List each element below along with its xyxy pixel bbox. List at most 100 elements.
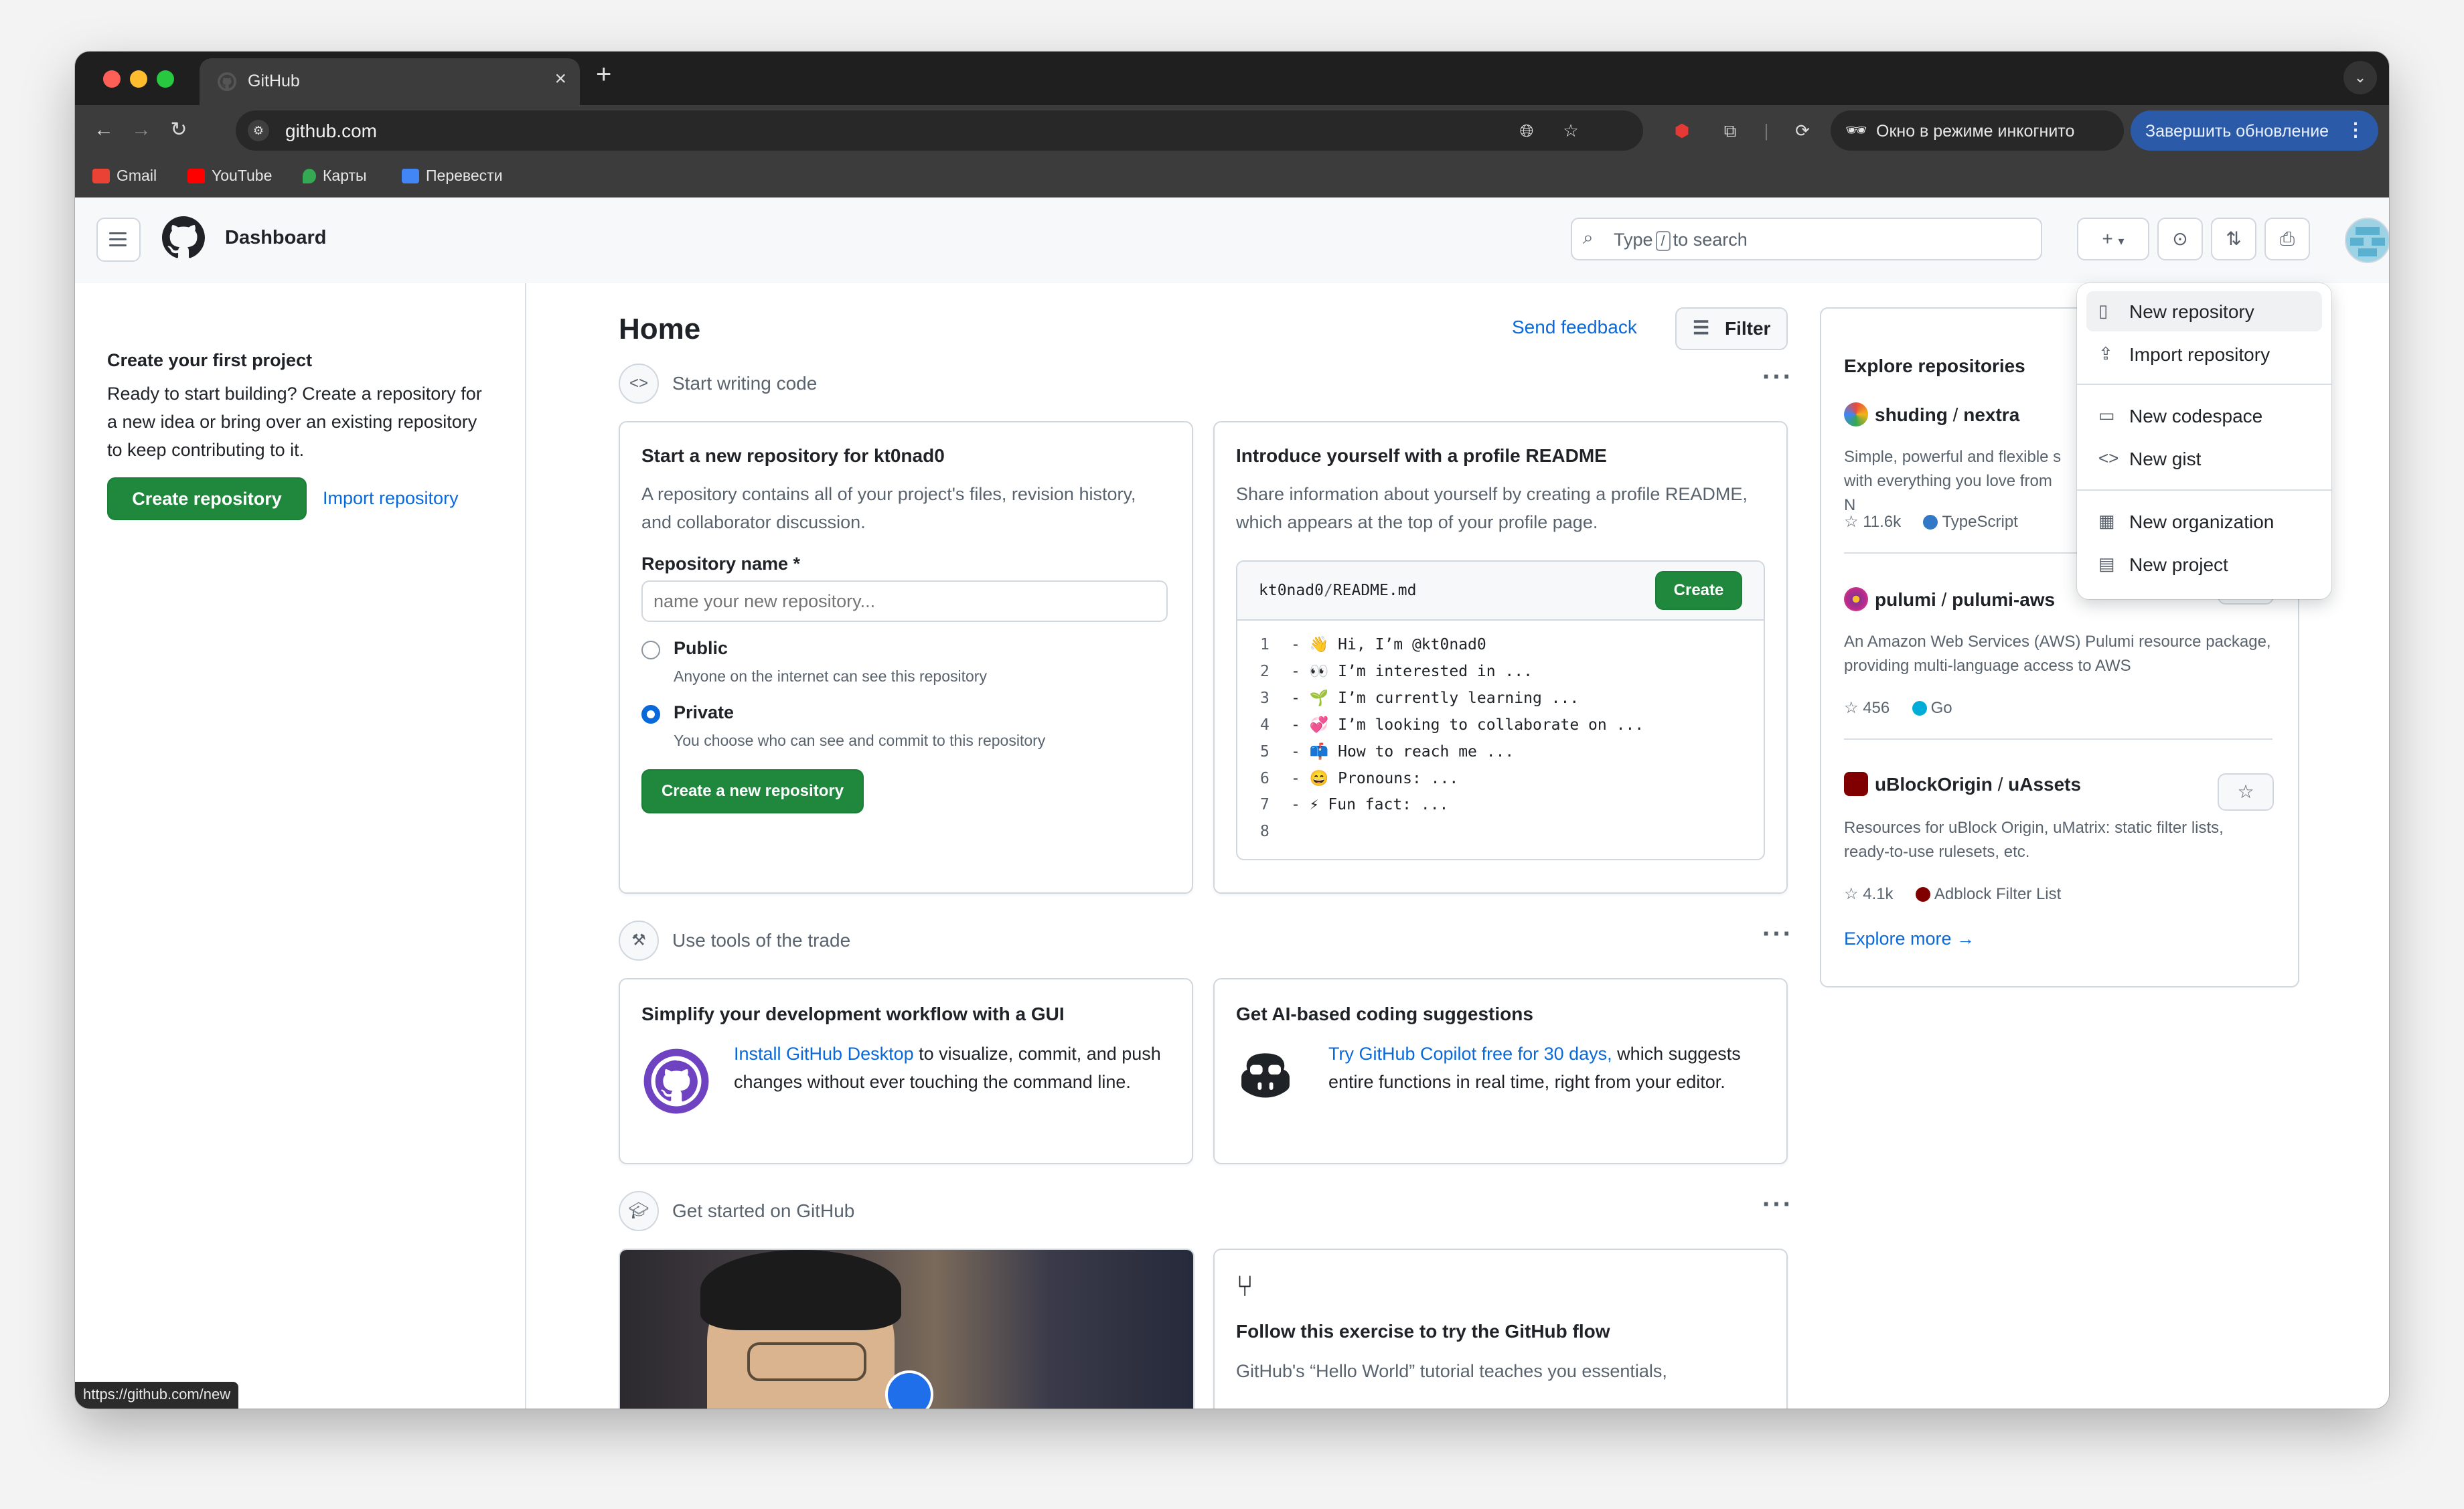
explore-more-link[interactable]: Explore more → bbox=[1844, 929, 1975, 949]
page-title: Home bbox=[619, 313, 701, 345]
search-input[interactable]: ⌕ Type / to search bbox=[1571, 218, 2042, 260]
sidebar-heading: Create your first project bbox=[107, 350, 313, 370]
create-new-repository-button[interactable]: Create a new repository bbox=[641, 769, 864, 813]
code-line: 5- 📫 How to reach me ... bbox=[1260, 743, 1515, 761]
code-line: 7- ⚡ Fun fact: ... bbox=[1260, 796, 1449, 813]
organization-icon: ▦ bbox=[2098, 511, 2115, 531]
send-feedback-link[interactable]: Send feedback bbox=[1512, 317, 1637, 338]
extensions-puzzle-icon[interactable]: ⧉ bbox=[1717, 117, 1744, 144]
new-repository-card: Start a new repository for kt0nad0 A rep… bbox=[619, 421, 1193, 894]
create-readme-button[interactable]: Create bbox=[1655, 571, 1742, 610]
divider bbox=[2077, 384, 2331, 385]
menu-item-label: New codespace bbox=[2129, 406, 2263, 426]
section-options-kebab-icon[interactable]: ··· bbox=[1762, 919, 1793, 949]
readme-path: kt0nad0/README.md bbox=[1259, 582, 1417, 599]
profile-readme-card: Introduce yourself with a profile README… bbox=[1213, 421, 1788, 894]
menu-item-new-project[interactable]: ▤ New project bbox=[2086, 544, 2322, 584]
bookmark-star-icon[interactable]: ☆ bbox=[1559, 118, 1583, 143]
section-options-kebab-icon[interactable]: ··· bbox=[1762, 1190, 1793, 1220]
section-title: Start writing code bbox=[672, 373, 818, 394]
site-info-icon[interactable]: ⚙ bbox=[248, 120, 269, 141]
repo-owner-avatar bbox=[1844, 402, 1868, 426]
menu-item-new-gist[interactable]: <> New gist bbox=[2086, 439, 2322, 479]
try-copilot-link[interactable]: Try GitHub Copilot free for 30 days, bbox=[1328, 1044, 1612, 1064]
bookmark-maps[interactable]: Карты bbox=[303, 167, 367, 185]
repo-owner-avatar bbox=[1844, 587, 1868, 611]
repo-link[interactable]: pulumi / pulumi-aws bbox=[1844, 587, 2055, 611]
incognito-label: Окно в режиме инкогнито bbox=[1876, 122, 2075, 141]
address-bar[interactable]: ⚙ github.com 🌐︎ ☆ bbox=[236, 110, 1643, 151]
incognito-icon: 🕶︎ bbox=[1845, 120, 1868, 140]
tools-icon: ⚒ bbox=[619, 921, 659, 961]
finish-update-label: Завершить обновление bbox=[2145, 122, 2329, 141]
bookmark-label: Карты bbox=[323, 167, 367, 184]
section-title: Use tools of the trade bbox=[672, 930, 851, 951]
code-line: 8 bbox=[1260, 823, 1269, 840]
new-tab-button[interactable]: + bbox=[596, 60, 611, 90]
inbox-button[interactable]: ⎙ bbox=[2264, 218, 2310, 260]
repo-icon: ▯ bbox=[2098, 301, 2108, 321]
back-button[interactable]: ← bbox=[88, 114, 119, 145]
card-heading: Introduce yourself with a profile README bbox=[1236, 445, 1607, 466]
zoom-window-button[interactable] bbox=[157, 70, 174, 88]
menu-item-new-organization[interactable]: ▦ New organization bbox=[2086, 501, 2322, 542]
page-context-title[interactable]: Dashboard bbox=[225, 227, 326, 249]
import-repository-link[interactable]: Import repository bbox=[323, 488, 459, 509]
repo-meta: ☆ 456 Go bbox=[1844, 699, 1952, 717]
bookmark-label: Перевести bbox=[426, 167, 503, 184]
menu-item-label: New repository bbox=[2129, 301, 2254, 322]
github-flow-card: ⑂ Follow this exercise to try the GitHub… bbox=[1213, 1249, 1788, 1409]
incognito-indicator[interactable]: 🕶︎ Окно в режиме инкогнито bbox=[1831, 110, 2124, 151]
github-logo-icon[interactable] bbox=[162, 216, 205, 259]
divider bbox=[2077, 489, 2331, 491]
filter-button[interactable]: ☰ Filter bbox=[1675, 307, 1788, 350]
code-icon: <> bbox=[2098, 448, 2119, 468]
menu-item-label: New gist bbox=[2129, 449, 2202, 469]
private-radio[interactable] bbox=[641, 705, 660, 724]
tab-close-icon[interactable]: × bbox=[554, 68, 566, 90]
repo-link[interactable]: shuding / nextra bbox=[1844, 402, 2019, 426]
browser-toolbar: ← → ↻ ⚙ github.com 🌐︎ ☆ ⬢ ⧉ | ⟳ 🕶︎ Окно … bbox=[75, 105, 2389, 156]
browser-tab[interactable]: GitHub × bbox=[200, 58, 580, 105]
media-icon[interactable]: ⟳ bbox=[1789, 117, 1816, 144]
pull-requests-button[interactable]: ⇅ bbox=[2211, 218, 2256, 260]
close-window-button[interactable] bbox=[103, 70, 121, 88]
glasses-illustration bbox=[747, 1342, 866, 1381]
tab-search-button[interactable]: ⌄ bbox=[2343, 61, 2377, 94]
card-heading: Start a new repository for kt0nad0 bbox=[641, 445, 945, 466]
menu-hamburger-button[interactable] bbox=[96, 218, 141, 262]
finish-update-button[interactable]: Завершить обновление ⋮ bbox=[2131, 110, 2378, 151]
mortarboard-icon: 🎓︎ bbox=[619, 1191, 659, 1231]
language-dot bbox=[1923, 515, 1938, 530]
tab-title: GitHub bbox=[248, 72, 300, 90]
avatar[interactable] bbox=[2345, 218, 2389, 263]
menu-item-new-repository[interactable]: ▯ New repository bbox=[2086, 291, 2322, 331]
extension-red-icon[interactable]: ⬢ bbox=[1669, 117, 1695, 144]
menu-item-label: New organization bbox=[2129, 511, 2275, 532]
translate-icon[interactable]: 🌐︎ bbox=[1515, 118, 1539, 143]
repo-name-input[interactable] bbox=[641, 580, 1168, 622]
sidebar-text: Ready to start building? Create a reposi… bbox=[107, 384, 482, 460]
menu-item-import-repository[interactable]: ⇪ Import repository bbox=[2086, 334, 2322, 374]
minimize-window-button[interactable] bbox=[130, 70, 147, 88]
bookmark-gmail[interactable]: Gmail bbox=[92, 167, 157, 185]
bookmark-youtube[interactable]: YouTube bbox=[187, 167, 272, 185]
create-repository-button[interactable]: Create repository bbox=[107, 477, 307, 520]
copilot-icon bbox=[1241, 1053, 1290, 1098]
issues-button[interactable]: ⊙ bbox=[2157, 218, 2203, 260]
public-label: Public bbox=[674, 638, 728, 658]
video-thumbnail[interactable] bbox=[619, 1249, 1195, 1409]
play-icon[interactable] bbox=[885, 1370, 933, 1409]
bookmark-translate[interactable]: Перевести bbox=[402, 167, 503, 185]
section-options-kebab-icon[interactable]: ··· bbox=[1762, 362, 1793, 392]
install-desktop-link[interactable]: Install GitHub Desktop bbox=[734, 1044, 914, 1064]
repo-link[interactable]: uBlockOrigin / uAssets bbox=[1844, 772, 2081, 796]
filter-label: Filter bbox=[1725, 318, 1771, 339]
create-new-button[interactable]: + ▾ bbox=[2077, 218, 2149, 260]
forward-button[interactable]: → bbox=[126, 114, 157, 145]
card-text: GitHub's “Hello World” tutorial teaches … bbox=[1236, 1361, 1667, 1381]
public-radio[interactable] bbox=[641, 641, 660, 659]
menu-item-new-codespace[interactable]: ▭ New codespace bbox=[2086, 396, 2322, 436]
reload-button[interactable]: ↻ bbox=[163, 114, 194, 145]
star-button[interactable]: ☆ bbox=[2218, 773, 2274, 811]
